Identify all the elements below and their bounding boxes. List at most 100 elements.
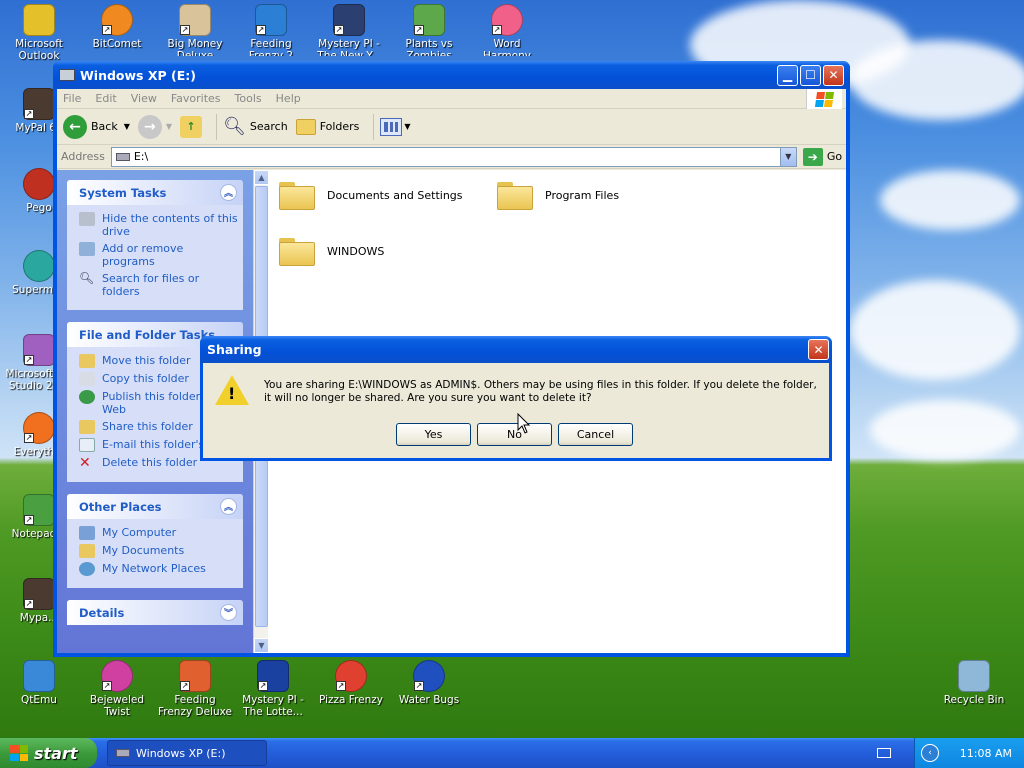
windows-logo-icon (806, 89, 842, 109)
desktop-icon-water-bugs[interactable]: ↗ Water Bugs (390, 660, 468, 706)
address-bar: Address E:\ ▼ ➔ Go (57, 145, 846, 169)
folder-program-files[interactable]: Program Files (497, 180, 619, 210)
up-folder-button[interactable]: ↑ (180, 115, 203, 138)
mypal-icon: ↗ (23, 88, 55, 120)
supermium-icon (23, 250, 55, 282)
task-label: Copy this folder (102, 372, 189, 385)
yes-button[interactable]: Yes (396, 423, 471, 446)
scroll-up-arrow-icon[interactable]: ▲ (254, 170, 269, 185)
folder-label: Program Files (545, 188, 620, 202)
other-places-header[interactable]: Other Places ︽ (67, 494, 243, 519)
cloud (850, 280, 1020, 380)
dialog-close-button[interactable]: ✕ (808, 339, 829, 360)
menu-tools[interactable]: Tools (235, 92, 262, 105)
desktop-icon-word-harmony[interactable]: ↗ Word Harmony Deluxe (468, 4, 546, 56)
panel-title: Other Places (79, 499, 162, 514)
desktop-icon-feeding-frenzy[interactable]: ↗ Feeding Frenzy Deluxe (156, 660, 234, 718)
start-button[interactable]: start (0, 738, 97, 768)
desktop-icon-bejeweled[interactable]: ↗ Bejeweled Twist (78, 660, 156, 718)
keyboard-icon[interactable] (877, 748, 891, 758)
menu-file[interactable]: File (63, 92, 81, 105)
notepad-icon: ↗ (23, 494, 55, 526)
desktop-icon-big-money[interactable]: ↗ Big Money Deluxe (156, 4, 234, 56)
place-my-network[interactable]: My Network Places (79, 562, 239, 576)
delete-x-icon: ✕ (79, 455, 91, 471)
task-add-remove-programs[interactable]: Add or remove programs (79, 242, 239, 268)
separator (216, 113, 218, 140)
desktop-icon-mystery-pi-lottery[interactable]: ↗ Mystery PI - The Lotte... (234, 660, 312, 718)
desktop-icon-plants-zombies[interactable]: ↗ Plants vs Zombies (390, 4, 468, 56)
place-my-computer[interactable]: My Computer (79, 526, 239, 540)
clock[interactable]: 11:08 AM (960, 747, 1012, 760)
taskbar-button-explorer[interactable]: Windows XP (E:) (107, 740, 267, 766)
cloud (850, 40, 1024, 120)
place-my-documents[interactable]: My Documents (79, 544, 239, 558)
pizza-icon: ↗ (335, 660, 367, 692)
no-button[interactable]: No (477, 423, 552, 446)
folder-documents-and-settings[interactable]: Documents and Settings (279, 180, 463, 210)
desktop-icon-label: Feeding Frenzy Deluxe (157, 694, 232, 718)
start-label: start (34, 743, 78, 763)
separator (373, 113, 375, 140)
desktop-icon-label: Water Bugs (398, 694, 460, 706)
cancel-button[interactable]: Cancel (558, 423, 633, 446)
task-hide-drive-contents[interactable]: Hide the contents of this drive (79, 212, 239, 238)
menu-view[interactable]: View (131, 92, 157, 105)
recycle-bin-icon (958, 660, 990, 692)
desktop-icon-pizza-frenzy[interactable]: ↗ Pizza Frenzy (312, 660, 390, 706)
collapse-chevron-icon[interactable]: ︽ (220, 184, 237, 201)
details-header[interactable]: Details ︾ (67, 600, 243, 625)
fish-icon: ↗ (255, 4, 287, 36)
desktop-icon-mystery-pi-new[interactable]: ↗ Mystery PI - The New Y... (310, 4, 388, 56)
dialog-titlebar[interactable]: Sharing ✕ (200, 336, 832, 363)
desktop-icon-qtemu[interactable]: QtEmu (0, 660, 78, 706)
task-label: Hide the contents of this drive (102, 212, 238, 238)
visual-studio-icon: ↗ (23, 334, 55, 366)
views-button[interactable]: ▼ (380, 117, 411, 136)
maximize-button[interactable]: ☐ (800, 64, 821, 86)
address-dropdown-button[interactable]: ▼ (779, 147, 796, 166)
search-button[interactable]: 🔍︎ Search (223, 116, 288, 137)
task-search-files[interactable]: 🔍︎ Search for files or folders (79, 272, 239, 299)
menu-favorites[interactable]: Favorites (171, 92, 221, 105)
desktop-icon-feeding-frenzy-2[interactable]: ↗ Feeding Frenzy 2 Deluxe (232, 4, 310, 56)
desktop-icon-label: BitComet (92, 38, 142, 50)
add-remove-programs-icon (79, 242, 95, 256)
panel-title: Details (79, 605, 125, 620)
back-button[interactable]: ← Back ▼ (63, 114, 130, 139)
desktop-icon-bitcomet[interactable]: ↗ BitComet (78, 4, 156, 50)
close-button[interactable]: ✕ (823, 64, 844, 86)
money-bag-icon: ↗ (179, 4, 211, 36)
desktop-icon-recycle-bin[interactable]: Recycle Bin (935, 660, 1013, 706)
go-button[interactable]: ➔ Go (802, 147, 842, 166)
menu-help[interactable]: Help (276, 92, 301, 105)
back-label: Back (91, 120, 118, 133)
dialog-message: You are sharing E:\WINDOWS as ADMIN$. Ot… (264, 379, 817, 404)
window-titlebar[interactable]: Windows XP (E:) ▁ ☐ ✕ (53, 61, 850, 89)
folders-label: Folders (319, 120, 360, 133)
menu-edit[interactable]: Edit (95, 92, 116, 105)
system-tasks-panel: System Tasks ︽ Hide the contents of this… (67, 180, 243, 310)
task-label: Move this folder (102, 354, 191, 367)
forward-button[interactable]: → ▼ (137, 114, 172, 139)
mystery-pi-icon: ↗ (257, 660, 289, 692)
cloud (870, 400, 1020, 460)
back-arrow-icon: ← (63, 114, 87, 139)
folders-button[interactable]: Folders (295, 118, 360, 135)
everything-icon: ↗ (23, 412, 55, 444)
bitcomet-icon: ↗ (101, 4, 133, 36)
system-tasks-header[interactable]: System Tasks ︽ (67, 180, 243, 205)
minimize-button[interactable]: ▁ (777, 64, 798, 86)
expand-chevron-icon[interactable]: ︾ (220, 604, 237, 621)
windows-flag-icon (10, 745, 28, 761)
dialog-body: ! You are sharing E:\WINDOWS as ADMIN$. … (203, 363, 829, 458)
scroll-down-arrow-icon[interactable]: ▼ (254, 638, 269, 653)
tray-expand-chevron-icon[interactable]: ‹ (921, 744, 939, 762)
collapse-chevron-icon[interactable]: ︽ (220, 498, 237, 515)
taskbar-button-label: Windows XP (E:) (136, 746, 226, 760)
desktop-icon-outlook[interactable]: Microsoft Outlook (0, 4, 78, 62)
desktop-icon-label: Plants vs Zombies (405, 38, 453, 56)
other-places-panel: Other Places ︽ My Computer My Documents … (67, 494, 243, 588)
address-input[interactable]: E:\ ▼ (110, 146, 797, 167)
folder-windows[interactable]: WINDOWS (279, 236, 384, 266)
